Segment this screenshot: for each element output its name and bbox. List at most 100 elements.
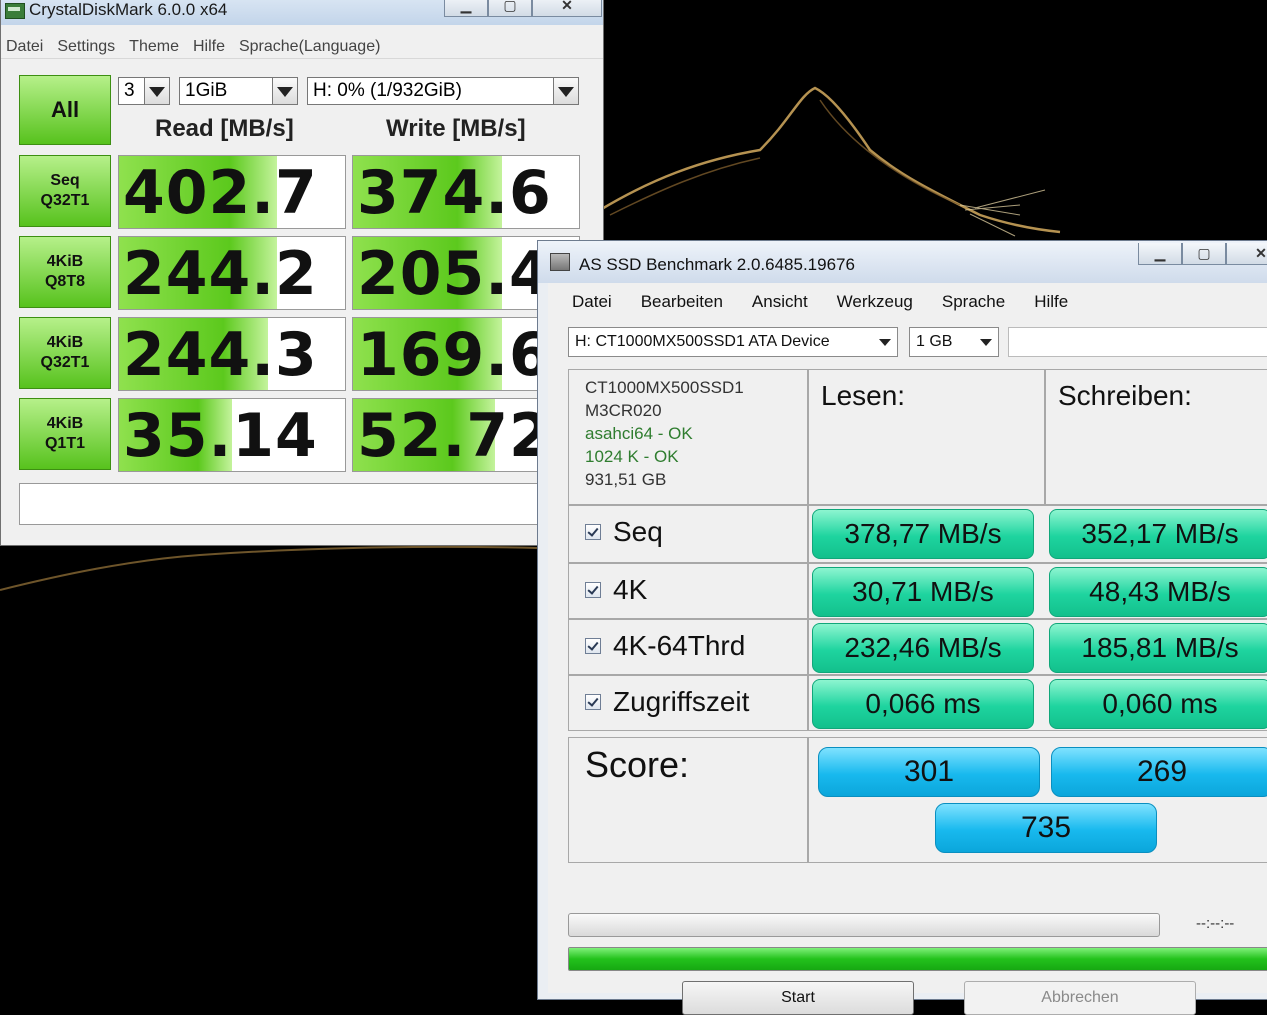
device-select[interactable]: H: CT1000MX500SSD1 ATA Device: [568, 327, 898, 357]
menu-bar: Datei Bearbeiten Ansicht Werkzeug Sprach…: [548, 283, 1267, 321]
test-label-line2: Q32T1: [40, 192, 90, 209]
read-result-value: 35.14: [123, 401, 318, 471]
title-bar[interactable]: CrystalDiskMark 6.0.0 x64 ▁ ▢ ✕: [1, 0, 603, 25]
test-progress-bar: [568, 913, 1160, 937]
close-button[interactable]: ✕: [1226, 243, 1267, 265]
test-name: 4K: [613, 574, 648, 605]
read-header-panel: Lesen:: [808, 369, 1045, 505]
menu-datei[interactable]: Datei: [6, 35, 43, 58]
menu-hilfe[interactable]: Hilfe: [193, 35, 225, 58]
test-label-line1: 4KiB: [46, 334, 84, 351]
menu-ansicht[interactable]: Ansicht: [752, 283, 808, 321]
test-label-3[interactable]: 4KiB Q32T1: [19, 317, 111, 389]
write-result-value: 52.72: [357, 401, 552, 471]
write-header: Schreiben:: [1058, 380, 1192, 411]
drive-capacity: 931,51 GB: [585, 470, 667, 489]
write-result-value: 205.4: [357, 239, 552, 309]
score-total: 735: [935, 803, 1157, 853]
read-result-value: 244.3: [123, 320, 318, 390]
minimize-button[interactable]: ▁: [1138, 243, 1182, 265]
test-row-label-panel: Seq: [568, 505, 808, 563]
write-result: 48,43 MB/s: [1049, 567, 1267, 617]
drive-select[interactable]: H: 0% (1/932GiB): [307, 77, 579, 105]
menu-sprache[interactable]: Sprache: [942, 283, 1005, 321]
test-label-line2: Q32T1: [40, 354, 90, 371]
test-row-label: Zugriffszeit: [585, 686, 749, 718]
maximize-button[interactable]: ▢: [488, 0, 532, 17]
write-result-cell: 374.6: [352, 155, 580, 229]
comment-field[interactable]: [19, 483, 579, 525]
menu-settings[interactable]: Settings: [57, 35, 115, 58]
checkbox-icon[interactable]: [585, 694, 601, 710]
elapsed-time: --:--:--: [1196, 915, 1235, 932]
chevron-down-icon: [144, 78, 169, 104]
overall-progress-bar: [568, 947, 1267, 971]
minimize-button[interactable]: ▁: [444, 0, 488, 17]
menu-theme[interactable]: Theme: [129, 35, 179, 58]
chevron-down-icon: [553, 78, 578, 104]
menu-datei[interactable]: Datei: [572, 283, 612, 321]
read-result: 30,71 MB/s: [812, 567, 1034, 617]
test-row-label-panel: 4K: [568, 563, 808, 619]
runs-value: 3: [124, 80, 135, 101]
runs-select[interactable]: 3: [118, 77, 170, 105]
test-name: Seq: [613, 516, 663, 547]
window-title: CrystalDiskMark 6.0.0 x64: [29, 0, 228, 19]
test-label-4[interactable]: 4KiB Q1T1: [19, 398, 111, 470]
test-label-line2: Q8T8: [44, 273, 85, 290]
write-result: 352,17 MB/s: [1049, 509, 1267, 559]
crystaldiskmark-window: CrystalDiskMark 6.0.0 x64 ▁ ▢ ✕ Datei Se…: [0, 0, 604, 546]
test-row-label-panel: 4K-64Thrd: [568, 619, 808, 675]
checkbox-icon[interactable]: [585, 582, 601, 598]
drive-firmware: M3CR020: [585, 401, 662, 420]
title-bar[interactable]: AS SSD Benchmark 2.0.6485.19676 ▁ ▢ ✕: [538, 241, 1267, 283]
test-label-2[interactable]: 4KiB Q8T8: [19, 236, 111, 308]
menu-werkzeug[interactable]: Werkzeug: [837, 283, 913, 321]
menu-hilfe[interactable]: Hilfe: [1034, 283, 1068, 321]
driver-status: asahci64 - OK: [585, 424, 693, 443]
write-header-panel: Schreiben:: [1045, 369, 1267, 505]
read-result-cell: 244.3: [118, 317, 346, 391]
read-result-cell: 244.2: [118, 236, 346, 310]
read-result-cell: 402.7: [118, 155, 346, 229]
write-result: 185,81 MB/s: [1049, 623, 1267, 673]
score-read: 301: [818, 747, 1040, 797]
menu-sprache[interactable]: Sprache(Language): [239, 35, 380, 58]
write-result-value: 169.6: [357, 320, 552, 390]
checkbox-icon[interactable]: [585, 638, 601, 654]
close-button[interactable]: ✕: [532, 0, 602, 17]
all-button[interactable]: All: [19, 75, 111, 145]
test-row-label: Seq: [585, 516, 663, 548]
score-label-panel: Score:: [568, 737, 808, 863]
checkbox-icon[interactable]: [585, 524, 601, 540]
alignment-status: 1024 K - OK: [585, 447, 679, 466]
start-button[interactable]: Start: [682, 981, 914, 1015]
test-label-line1: 4KiB: [46, 253, 84, 270]
test-label-line1: Seq: [50, 172, 80, 189]
device-value: H: CT1000MX500SSD1 ATA Device: [575, 333, 830, 350]
test-label-line2: Q1T1: [44, 435, 85, 452]
size-select[interactable]: 1 GB: [909, 327, 999, 357]
test-name: Zugriffszeit: [613, 686, 750, 717]
test-row-label-panel: Zugriffszeit: [568, 675, 808, 731]
test-row-label: 4K-64Thrd: [585, 630, 745, 662]
size-select[interactable]: 1GiB: [179, 77, 298, 105]
drive-info-panel: CT1000MX500SSD1 M3CR020 asahci64 - OK 10…: [568, 369, 808, 505]
write-result-value: 374.6: [357, 158, 552, 228]
window-title: AS SSD Benchmark 2.0.6485.19676: [579, 255, 855, 274]
write-header: Write [MB/s]: [386, 115, 526, 142]
read-header: Read [MB/s]: [155, 115, 294, 142]
read-result-value: 402.7: [123, 158, 318, 228]
window-body: Datei Bearbeiten Ansicht Werkzeug Sprach…: [548, 283, 1267, 1015]
size-value: 1GiB: [185, 80, 228, 101]
maximize-button[interactable]: ▢: [1182, 243, 1226, 265]
cancel-button[interactable]: Abbrechen: [964, 981, 1196, 1015]
overall-progress-fill: [569, 948, 1267, 970]
test-label-1[interactable]: Seq Q32T1: [19, 155, 111, 227]
read-result: 0,066 ms: [812, 679, 1034, 729]
score-label: Score:: [585, 744, 690, 785]
menu-bearbeiten[interactable]: Bearbeiten: [641, 283, 723, 321]
read-result-cell: 35.14: [118, 398, 346, 472]
read-header: Lesen:: [821, 380, 906, 411]
read-result: 232,46 MB/s: [812, 623, 1034, 673]
